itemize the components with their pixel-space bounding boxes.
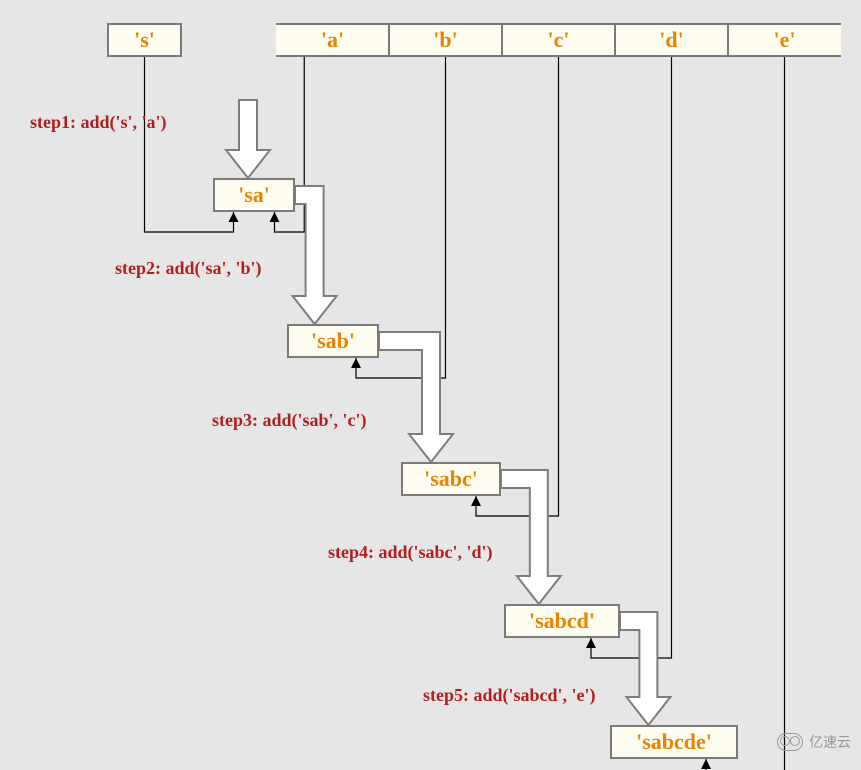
node-d: 'd' xyxy=(615,23,728,57)
watermark: 亿速云 xyxy=(777,732,851,752)
col-divider xyxy=(501,23,503,57)
col-divider xyxy=(614,23,616,57)
node-sa: 'sa' xyxy=(213,178,295,212)
label-step3: step3: add('sab', 'c') xyxy=(212,410,367,431)
watermark-icon xyxy=(777,733,803,751)
label-step4: step4: add('sabc', 'd') xyxy=(328,542,493,563)
node-a: 'a' xyxy=(276,23,389,57)
node-sabc: 'sabc' xyxy=(401,462,501,496)
label-step1: step1: add('s', 'a') xyxy=(30,112,167,133)
node-b: 'b' xyxy=(389,23,502,57)
watermark-text: 亿速云 xyxy=(809,732,851,752)
node-e: 'e' xyxy=(728,23,841,57)
node-s: 's' xyxy=(107,23,182,57)
node-sab: 'sab' xyxy=(287,324,379,358)
node-sabcde: 'sabcde' xyxy=(610,725,738,759)
node-sabcd: 'sabcd' xyxy=(504,604,620,638)
node-c: 'c' xyxy=(502,23,615,57)
col-divider xyxy=(727,23,729,57)
col-divider xyxy=(388,23,390,57)
label-step2: step2: add('sa', 'b') xyxy=(115,258,262,279)
diagram-canvas: 's' 'a''b''c''d''e' 'sa' 'sab' 'sabc' 'sabcd'… xyxy=(0,0,861,770)
label-step5: step5: add('sabcd', 'e') xyxy=(423,685,596,706)
